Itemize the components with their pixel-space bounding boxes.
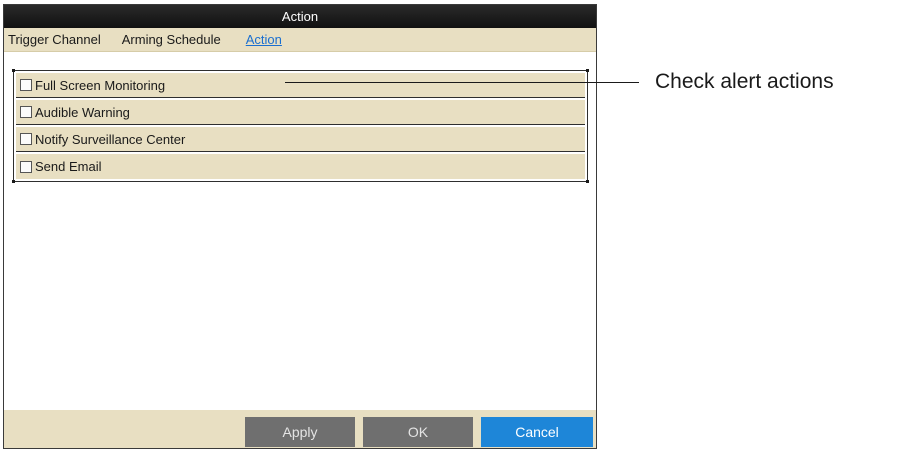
- list-corner-marker: [12, 69, 15, 72]
- tab-action[interactable]: Action: [246, 32, 282, 47]
- list-corner-marker: [586, 69, 589, 72]
- action-row-audible-warning[interactable]: Audible Warning: [16, 100, 585, 125]
- action-label: Full Screen Monitoring: [35, 77, 166, 93]
- list-corner-marker: [586, 180, 589, 183]
- notify-surveillance-center-checkbox[interactable]: [20, 133, 32, 145]
- action-list: Full Screen Monitoring Audible Warning N…: [12, 69, 589, 183]
- list-corner-marker: [12, 180, 15, 183]
- tab-bar: Trigger Channel Arming Schedule Action: [4, 28, 596, 52]
- dialog-footer: Apply OK Cancel: [4, 410, 596, 448]
- ok-button[interactable]: OK: [363, 417, 473, 447]
- apply-button[interactable]: Apply: [245, 417, 355, 447]
- action-label: Send Email: [35, 159, 102, 174]
- full-screen-monitoring-checkbox[interactable]: [20, 79, 32, 91]
- callout-text: Check alert actions: [655, 70, 834, 93]
- tab-arming-schedule[interactable]: Arming Schedule: [122, 32, 221, 47]
- dialog-title: Action: [4, 5, 596, 28]
- send-email-checkbox[interactable]: [20, 160, 32, 173]
- audible-warning-checkbox[interactable]: [20, 106, 32, 118]
- action-label: Notify Surveillance Center: [35, 131, 186, 147]
- tab-trigger-channel[interactable]: Trigger Channel: [8, 32, 101, 47]
- action-row-send-email[interactable]: Send Email: [16, 154, 585, 179]
- action-label: Audible Warning: [35, 104, 130, 120]
- cancel-button[interactable]: Cancel: [481, 417, 593, 447]
- action-row-full-screen-monitoring[interactable]: Full Screen Monitoring: [16, 73, 585, 98]
- action-row-notify-surveillance-center[interactable]: Notify Surveillance Center: [16, 127, 585, 152]
- action-dialog: Action Trigger Channel Arming Schedule A…: [3, 4, 597, 449]
- callout-leader-line: [285, 82, 639, 83]
